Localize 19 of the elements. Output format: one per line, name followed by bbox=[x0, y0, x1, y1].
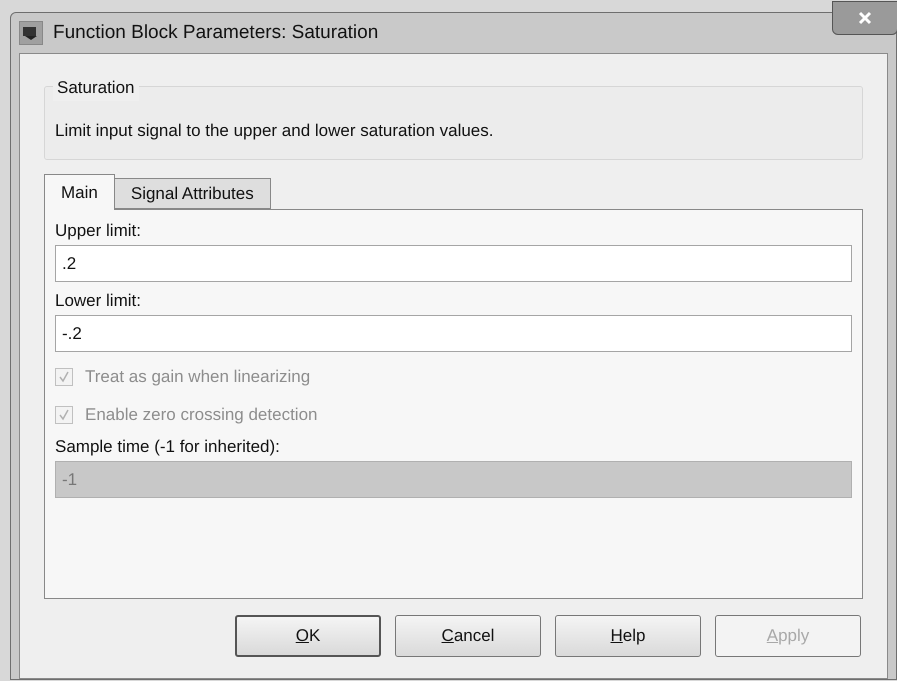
description-text: Limit input signal to the upper and lower saturation values. bbox=[55, 120, 494, 142]
dialog-button[interactable]: OK bbox=[235, 615, 381, 657]
close-button[interactable] bbox=[832, 1, 897, 35]
checkbox-label: Enable zero crossing detection bbox=[85, 404, 318, 426]
tab[interactable]: Main bbox=[44, 174, 115, 210]
app-icon bbox=[19, 21, 43, 45]
input-field[interactable]: -.2 bbox=[55, 315, 852, 352]
tab[interactable]: Signal Attributes bbox=[114, 178, 271, 209]
window-title: Function Block Parameters: Saturation bbox=[53, 20, 378, 45]
dialog-button[interactable]: Cancel bbox=[395, 615, 541, 657]
field-label: Sample time (-1 for inherited): bbox=[55, 436, 281, 458]
checkbox-label: Treat as gain when linearizing bbox=[85, 366, 310, 388]
field-label: Lower limit: bbox=[55, 290, 142, 312]
field-label: Upper limit: bbox=[55, 220, 142, 242]
checkmark-icon bbox=[58, 409, 70, 421]
dialog-button[interactable]: Help bbox=[555, 615, 701, 657]
input-field[interactable]: .2 bbox=[55, 245, 852, 282]
checkmark-icon bbox=[58, 371, 70, 383]
close-icon bbox=[857, 11, 873, 25]
